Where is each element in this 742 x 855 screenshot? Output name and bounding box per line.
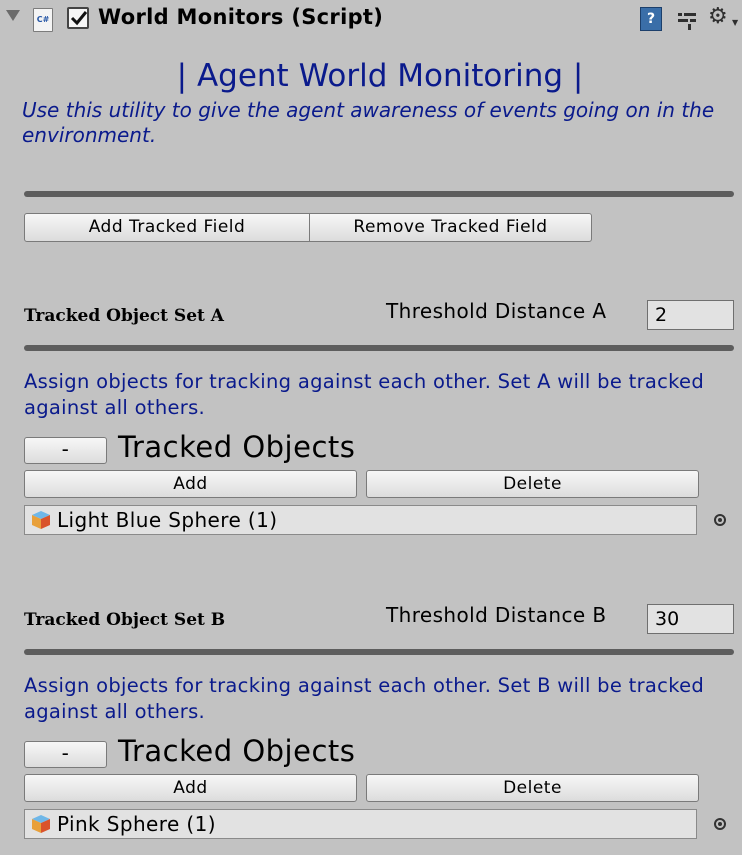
set-b-object-field[interactable]: Pink Sphere (1) <box>24 809 697 839</box>
remove-tracked-field-button[interactable]: Remove Tracked Field <box>309 213 592 242</box>
chevron-down-icon: ▼ <box>732 18 739 27</box>
page-title: | Agent World Monitoring | <box>176 58 584 94</box>
set-a-threshold-label: Threshold Distance A <box>386 299 607 323</box>
script-icon: C# <box>33 8 53 32</box>
preset-icon[interactable] <box>676 9 698 31</box>
cube-icon <box>32 815 50 833</box>
set-b-threshold-label: Threshold Distance B <box>386 603 607 627</box>
set-a-threshold-input[interactable]: 2 <box>647 300 734 330</box>
object-name: Pink Sphere (1) <box>57 812 216 836</box>
set-b-delete-button[interactable]: Delete <box>366 774 699 802</box>
set-a-delete-button[interactable]: Delete <box>366 470 699 498</box>
gear-icon[interactable]: ⚙ <box>708 4 728 29</box>
object-picker-icon[interactable] <box>714 818 726 830</box>
set-a-title: Tracked Object Set A <box>24 306 224 326</box>
set-b-collapse-button[interactable]: - <box>24 741 107 768</box>
help-icon[interactable]: ? <box>640 7 662 31</box>
object-picker-icon[interactable] <box>714 514 726 526</box>
separator <box>24 649 734 655</box>
enable-checkbox[interactable] <box>67 7 89 29</box>
set-b-title: Tracked Object Set B <box>24 610 226 630</box>
cube-icon <box>32 511 50 529</box>
set-b-description: Assign objects for tracking against each… <box>24 674 705 723</box>
set-b-threshold-input[interactable]: 30 <box>647 604 734 634</box>
set-a-add-button[interactable]: Add <box>24 470 357 498</box>
set-a-collapse-button[interactable]: - <box>24 437 107 464</box>
description-text: Use this utility to give the agent aware… <box>22 98 715 147</box>
separator <box>24 345 734 351</box>
component-title: World Monitors (Script) <box>98 5 384 29</box>
add-tracked-field-button[interactable]: Add Tracked Field <box>24 213 310 242</box>
object-name: Light Blue Sphere (1) <box>57 508 278 532</box>
foldout-arrow-icon[interactable] <box>6 10 20 21</box>
set-a-description: Assign objects for tracking against each… <box>24 370 705 419</box>
separator <box>24 191 734 197</box>
set-a-tracked-objects-label: Tracked Objects <box>118 430 356 464</box>
set-b-add-button[interactable]: Add <box>24 774 357 802</box>
set-a-object-field[interactable]: Light Blue Sphere (1) <box>24 505 697 535</box>
checkmark-icon <box>70 11 88 26</box>
set-b-tracked-objects-label: Tracked Objects <box>118 734 356 768</box>
component-header: C# World Monitors (Script) ? ⚙ ▼ <box>0 0 742 40</box>
